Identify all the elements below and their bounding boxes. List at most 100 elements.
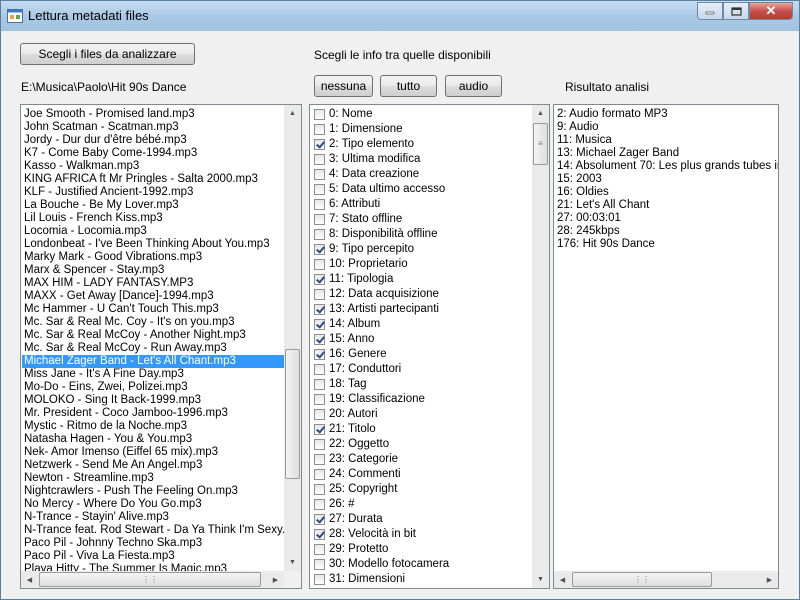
metadata-option[interactable]: 29: Protetto: [311, 542, 532, 557]
metadata-option[interactable]: 26: #: [311, 497, 532, 512]
file-list-item[interactable]: No Mercy - Where Do You Go.mp3: [22, 498, 284, 511]
result-list-item[interactable]: 16: Oldies: [555, 186, 778, 199]
metadata-option[interactable]: 25: Copyright: [311, 482, 532, 497]
file-list-item[interactable]: MAXX - Get Away [Dance]-1994.mp3: [22, 290, 284, 303]
file-list-item[interactable]: John Scatman - Scatman.mp3: [22, 121, 284, 134]
file-list-item[interactable]: N-Trance feat. Rod Stewart - Da Ya Think…: [22, 524, 284, 537]
checkbox-checked-icon[interactable]: [314, 424, 325, 435]
file-list-item[interactable]: KING AFRICA ft Mr Pringles - Salta 2000.…: [22, 173, 284, 186]
results-listbox[interactable]: 2: Audio formato MP3 9: Audio 11: Musica 13…: [553, 104, 779, 589]
checkbox-icon[interactable]: [314, 394, 325, 405]
scroll-left-icon[interactable]: ◀: [21, 571, 38, 588]
file-list-item[interactable]: Nek- Amor Imenso (Eiffel 65 mix).mp3: [22, 446, 284, 459]
result-list-item[interactable]: 27: 00:03:01: [555, 212, 778, 225]
result-list-item[interactable]: 28: 245kbps: [555, 225, 778, 238]
checkbox-icon[interactable]: [314, 169, 325, 180]
file-list-item[interactable]: Lil Louis - French Kiss.mp3: [22, 212, 284, 225]
choose-files-button[interactable]: Scegli i files da analizzare: [20, 43, 195, 65]
result-list-item[interactable]: 14: Absolument 70: Les plus grands tubes…: [555, 160, 778, 173]
metadata-option[interactable]: 24: Commenti: [311, 467, 532, 482]
file-list-item[interactable]: Marky Mark - Good Vibrations.mp3: [22, 251, 284, 264]
checkbox-icon[interactable]: [314, 439, 325, 450]
file-list-item[interactable]: Mc. Sar & Real McCoy - Run Away.mp3: [22, 342, 284, 355]
checkbox-icon[interactable]: [314, 199, 325, 210]
file-list-item[interactable]: Netzwerk - Send Me An Angel.mp3: [22, 459, 284, 472]
metadata-vscrollbar[interactable]: ▲ ≡ ▼: [532, 105, 549, 588]
scroll-right-icon[interactable]: ▶: [267, 571, 284, 588]
result-list-item[interactable]: 176: Hit 90s Dance: [555, 238, 778, 251]
metadata-option[interactable]: 31: Dimensioni: [311, 572, 532, 587]
metadata-option[interactable]: 14: Album: [311, 317, 532, 332]
metadata-option[interactable]: 0: Nome: [311, 107, 532, 122]
scroll-thumb[interactable]: ⋮⋮: [572, 572, 712, 587]
metadata-option[interactable]: 28: Velocità in bit: [311, 527, 532, 542]
metadata-option[interactable]: 9: Tipo percepito: [311, 242, 532, 257]
metadata-option[interactable]: 11: Tipologia: [311, 272, 532, 287]
metadata-option[interactable]: 19: Classificazione: [311, 392, 532, 407]
file-list-item[interactable]: Newton - Streamline.mp3: [22, 472, 284, 485]
file-list-item[interactable]: Mystic - Ritmo de la Noche.mp3: [22, 420, 284, 433]
checkbox-icon[interactable]: [314, 484, 325, 495]
results-hscrollbar[interactable]: ◀ ⋮⋮ ▶: [554, 571, 778, 588]
scroll-thumb[interactable]: ⋮⋮: [39, 572, 261, 587]
file-list-item[interactable]: Playa Hitty - The Summer Is Magic.mp3: [22, 563, 284, 571]
file-list-item[interactable]: Paco Pil - Johnny Techno Ska.mp3: [22, 537, 284, 550]
checkbox-icon[interactable]: [314, 109, 325, 120]
metadata-option[interactable]: 16: Genere: [311, 347, 532, 362]
file-list-item[interactable]: Natasha Hagen - You & You.mp3: [22, 433, 284, 446]
checkbox-icon[interactable]: [314, 499, 325, 510]
metadata-option[interactable]: 8: Disponibilità offline: [311, 227, 532, 242]
metadata-option[interactable]: 5: Data ultimo accesso: [311, 182, 532, 197]
maximize-button[interactable]: [723, 2, 749, 20]
close-button[interactable]: ✕: [749, 2, 793, 20]
metadata-option[interactable]: 18: Tag: [311, 377, 532, 392]
file-list-item[interactable]: Miss Jane - It's A Fine Day.mp3: [22, 368, 284, 381]
file-list-item[interactable]: Mr. President - Coco Jamboo-1996.mp3: [22, 407, 284, 420]
checkbox-checked-icon[interactable]: [314, 319, 325, 330]
file-list-item[interactable]: Mc. Sar & Real Mc. Coy - It's on you.mp3: [22, 316, 284, 329]
metadata-option[interactable]: 17: Conduttori: [311, 362, 532, 377]
metadata-checklist[interactable]: 0: Nome 1: Dimensione 2: Tipo elemento 3: U…: [309, 104, 550, 589]
file-list-item[interactable]: Kasso - Walkman.mp3: [22, 160, 284, 173]
checkbox-checked-icon[interactable]: [314, 334, 325, 345]
metadata-option[interactable]: 21: Titolo: [311, 422, 532, 437]
scroll-thumb[interactable]: ≡: [533, 123, 548, 165]
metadata-option[interactable]: 23: Categorie: [311, 452, 532, 467]
metadata-option[interactable]: 30: Modello fotocamera: [311, 557, 532, 572]
file-list-item[interactable]: KLF - Justified Ancient-1992.mp3: [22, 186, 284, 199]
audio-button[interactable]: audio: [445, 75, 502, 97]
checkbox-icon[interactable]: [314, 364, 325, 375]
file-list-item[interactable]: Michael Zager Band - Let's All Chant.mp3: [22, 355, 284, 368]
checkbox-icon[interactable]: [314, 154, 325, 165]
result-list-item[interactable]: 9: Audio: [555, 121, 778, 134]
checkbox-icon[interactable]: [314, 259, 325, 270]
file-list-item[interactable]: La Bouche - Be My Lover.mp3: [22, 199, 284, 212]
checkbox-icon[interactable]: [314, 559, 325, 570]
file-list-item[interactable]: Nightcrawlers - Push The Feeling On.mp3: [22, 485, 284, 498]
none-button[interactable]: nessuna: [314, 75, 373, 97]
result-list-item[interactable]: 13: Michael Zager Band: [555, 147, 778, 160]
scroll-down-icon[interactable]: ▼: [532, 571, 549, 588]
metadata-option[interactable]: 20: Autori: [311, 407, 532, 422]
metadata-option[interactable]: 22: Oggetto: [311, 437, 532, 452]
file-list-item[interactable]: Mc. Sar & Real McCoy - Another Night.mp3: [22, 329, 284, 342]
checkbox-checked-icon[interactable]: [314, 349, 325, 360]
metadata-option[interactable]: 15: Anno: [311, 332, 532, 347]
file-list-item[interactable]: K7 - Come Baby Come-1994.mp3: [22, 147, 284, 160]
checkbox-icon[interactable]: [314, 184, 325, 195]
checkbox-icon[interactable]: [314, 469, 325, 480]
checkbox-checked-icon[interactable]: [314, 529, 325, 540]
result-list-item[interactable]: 21: Let's All Chant: [555, 199, 778, 212]
file-list-item[interactable]: Marx & Spencer - Stay.mp3: [22, 264, 284, 277]
checkbox-icon[interactable]: [314, 289, 325, 300]
checkbox-checked-icon[interactable]: [314, 244, 325, 255]
checkbox-checked-icon[interactable]: [314, 514, 325, 525]
checkbox-icon[interactable]: [314, 454, 325, 465]
file-list-item[interactable]: Mc Hammer - U Can't Touch This.mp3: [22, 303, 284, 316]
file-list-item[interactable]: Londonbeat - I've Been Thinking About Yo…: [22, 238, 284, 251]
scroll-thumb[interactable]: [285, 349, 300, 479]
file-list-item[interactable]: MOLOKO - Sing It Back-1999.mp3: [22, 394, 284, 407]
metadata-option[interactable]: 6: Attributi: [311, 197, 532, 212]
file-list-item[interactable]: Locomia - Locomia.mp3: [22, 225, 284, 238]
scroll-up-icon[interactable]: ▲: [532, 105, 549, 122]
